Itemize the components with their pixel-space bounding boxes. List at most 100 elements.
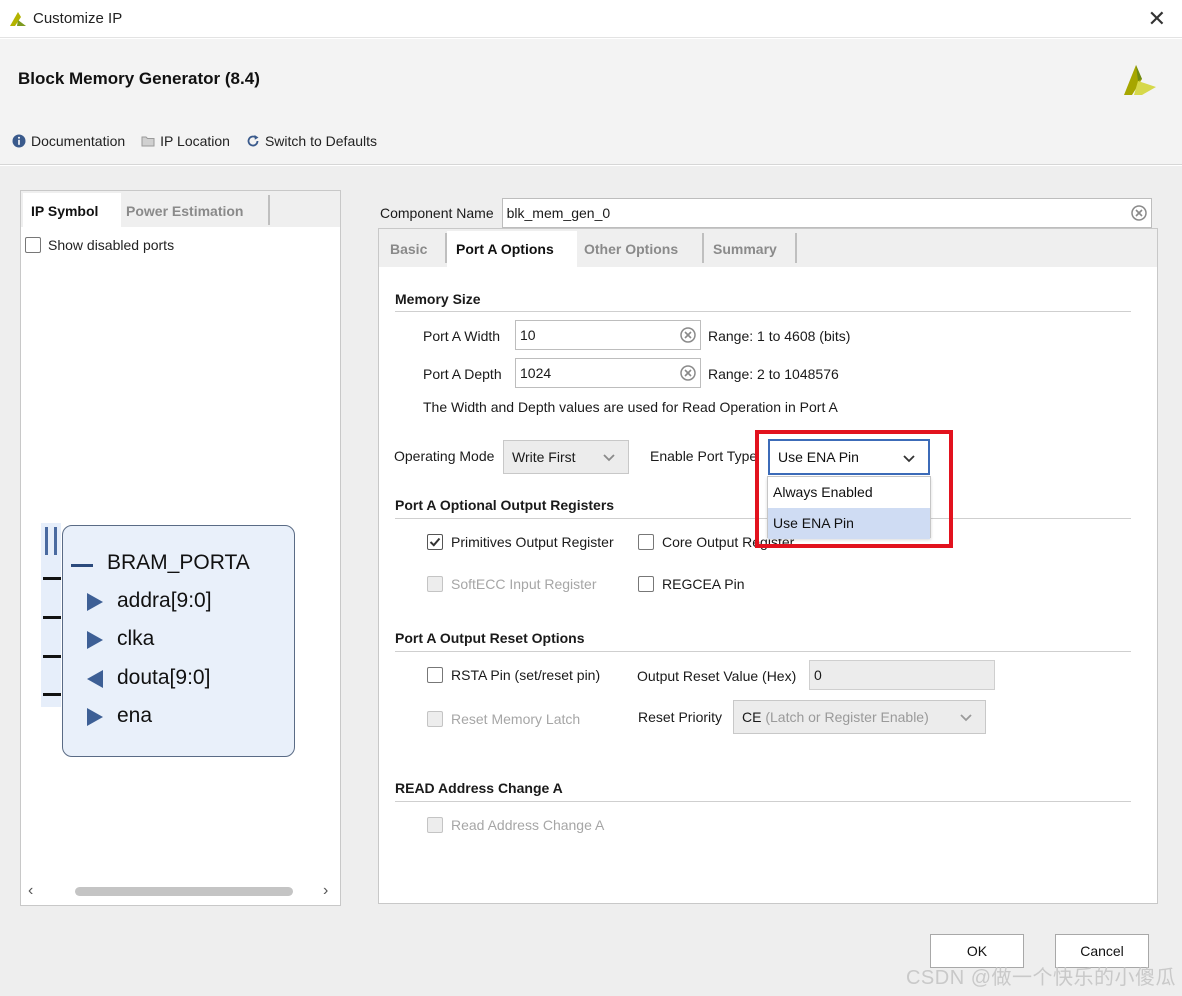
title-bar: Customize IP ✕ <box>0 0 1182 38</box>
tab-port-a-options[interactable]: Port A Options <box>447 231 577 267</box>
rsta-pin-checkbox[interactable] <box>427 667 443 683</box>
options-tab-panel: Basic Port A Options Other Options Summa… <box>378 228 1158 904</box>
component-name-input[interactable]: blk_mem_gen_0 <box>501 198 1152 228</box>
symbol-interface-name: BRAM_PORTA <box>107 551 250 574</box>
show-disabled-ports-checkbox[interactable] <box>25 237 41 253</box>
bram-symbol-box: BRAM_PORTA addra[9:0] clka douta[9:0] en… <box>62 525 295 757</box>
softecc-input-register-checkbox <box>427 576 443 592</box>
options-tab-strip: Basic Port A Options Other Options Summa… <box>379 229 1157 267</box>
ip-title: Block Memory Generator (8.4) <box>18 69 260 88</box>
component-name-label: Component Name <box>380 205 494 221</box>
output-arrow-icon <box>87 670 103 688</box>
operating-mode-select[interactable]: Write First <box>503 440 629 474</box>
primitives-output-register-checkbox[interactable] <box>427 534 443 550</box>
read-address-title: READ Address Change A <box>395 780 563 796</box>
ip-header: Block Memory Generator (8.4) Documentati… <box>0 39 1182 165</box>
reset-memory-latch-row: Reset Memory Latch <box>427 711 580 727</box>
symbol-pin-strip <box>41 523 61 707</box>
tab-ip-symbol[interactable]: IP Symbol <box>23 193 121 227</box>
output-reset-value: 0 <box>814 667 822 683</box>
close-button[interactable]: ✕ <box>1148 6 1166 32</box>
collapse-minus-icon[interactable] <box>71 564 93 567</box>
rsta-pin-row[interactable]: RSTA Pin (set/reset pin) <box>427 667 600 683</box>
core-output-register-checkbox[interactable] <box>638 534 654 550</box>
ip-symbol-panel: IP Symbol Power Estimation Show disabled… <box>20 190 341 906</box>
reset-options-title: Port A Output Reset Options <box>395 630 585 646</box>
regcea-pin-checkbox[interactable] <box>638 576 654 592</box>
csdn-watermark: CSDN @做一个快乐的小傻瓜 <box>905 967 1176 989</box>
port-a-width-range: Range: 1 to 4608 (bits) <box>708 328 851 344</box>
primitives-output-register-label: Primitives Output Register <box>451 534 614 550</box>
clear-icon[interactable] <box>1130 205 1147 221</box>
ip-location-button[interactable]: IP Location <box>141 133 230 149</box>
show-disabled-ports-row[interactable]: Show disabled ports <box>25 237 174 253</box>
tab-basic[interactable]: Basic <box>381 231 447 267</box>
ip-location-label: IP Location <box>160 133 230 149</box>
regcea-pin-label: REGCEA Pin <box>662 576 745 592</box>
bus-marker-icon <box>45 527 57 555</box>
clear-icon[interactable] <box>680 365 696 381</box>
enable-port-type-label: Enable Port Type <box>650 448 758 464</box>
chevron-down-icon <box>603 454 615 462</box>
reset-memory-latch-label: Reset Memory Latch <box>451 711 581 727</box>
regcea-pin-row[interactable]: REGCEA Pin <box>638 576 744 592</box>
switch-defaults-button[interactable]: Switch to Defaults <box>246 133 377 149</box>
reset-priority-select: CE (Latch or Register Enable) <box>733 700 986 734</box>
chevron-down-icon <box>960 714 972 722</box>
section-divider <box>395 311 1131 312</box>
port-a-depth-value: 1024 <box>520 365 552 381</box>
reset-priority-label: Reset Priority <box>638 709 723 725</box>
port-a-width-input[interactable]: 10 <box>515 320 701 350</box>
red-highlight-annotation <box>755 430 953 548</box>
input-arrow-icon <box>87 708 103 726</box>
output-reset-value-label: Output Reset Value (Hex) <box>637 668 797 684</box>
reset-priority-value: CE <box>742 709 762 725</box>
dialog-body: IP Symbol Power Estimation Show disabled… <box>0 166 1182 996</box>
scrollbar-thumb[interactable] <box>75 887 293 896</box>
tab-divider <box>268 195 270 225</box>
scroll-right-icon[interactable]: › <box>323 882 328 900</box>
clear-icon[interactable] <box>680 327 696 343</box>
tab-power-estimation[interactable]: Power Estimation <box>121 193 271 227</box>
checkmark-icon <box>429 537 441 547</box>
reset-memory-latch-checkbox <box>427 711 443 727</box>
switch-defaults-label: Switch to Defaults <box>264 133 378 149</box>
port-a-width-value: 10 <box>520 327 536 343</box>
folder-icon <box>141 136 155 147</box>
softecc-input-register-label: SoftECC Input Register <box>451 576 597 592</box>
pin-line-douta <box>43 655 61 658</box>
scroll-left-icon[interactable]: ‹ <box>28 882 33 900</box>
pin-clka: clka <box>117 627 155 650</box>
pin-line-addra <box>43 577 61 580</box>
port-a-depth-label: Port A Depth <box>423 366 502 382</box>
show-disabled-ports-label: Show disabled ports <box>48 237 175 253</box>
pin-ena: ena <box>117 704 153 727</box>
primitives-output-register-row[interactable]: Primitives Output Register <box>427 534 614 550</box>
port-a-width-label: Port A Width <box>423 328 501 344</box>
reset-priority-detail: (Latch or Register Enable) <box>765 709 929 725</box>
input-arrow-icon <box>87 593 103 611</box>
section-divider <box>395 651 1131 652</box>
read-address-change-row: Read Address Change A <box>427 817 604 833</box>
section-divider <box>395 801 1131 802</box>
horizontal-scrollbar[interactable]: ‹ › <box>23 881 338 903</box>
documentation-label: Documentation <box>31 133 126 149</box>
output-registers-title: Port A Optional Output Registers <box>395 497 615 513</box>
refresh-icon <box>247 135 259 147</box>
component-name-row: Component Name blk_mem_gen_0 <box>380 198 1152 228</box>
memory-size-title: Memory Size <box>395 291 481 307</box>
tab-divider <box>795 233 797 263</box>
tab-summary[interactable]: Summary <box>704 231 796 267</box>
tab-other-options[interactable]: Other Options <box>575 231 703 267</box>
pin-line-ena <box>43 693 61 696</box>
operating-mode-label: Operating Mode <box>394 448 495 464</box>
read-address-change-checkbox <box>427 817 443 833</box>
documentation-button[interactable]: Documentation <box>12 133 125 149</box>
configuration-area: Component Name blk_mem_gen_0 Basic Port … <box>378 190 1158 906</box>
port-a-depth-input[interactable]: 1024 <box>515 358 701 388</box>
output-reset-value-input[interactable]: 0 <box>809 660 995 690</box>
operating-mode-value: Write First <box>512 449 576 465</box>
width-depth-note: The Width and Depth values are used for … <box>423 399 838 415</box>
component-name-value: blk_mem_gen_0 <box>506 205 611 221</box>
xilinx-logo-icon <box>1124 65 1156 95</box>
